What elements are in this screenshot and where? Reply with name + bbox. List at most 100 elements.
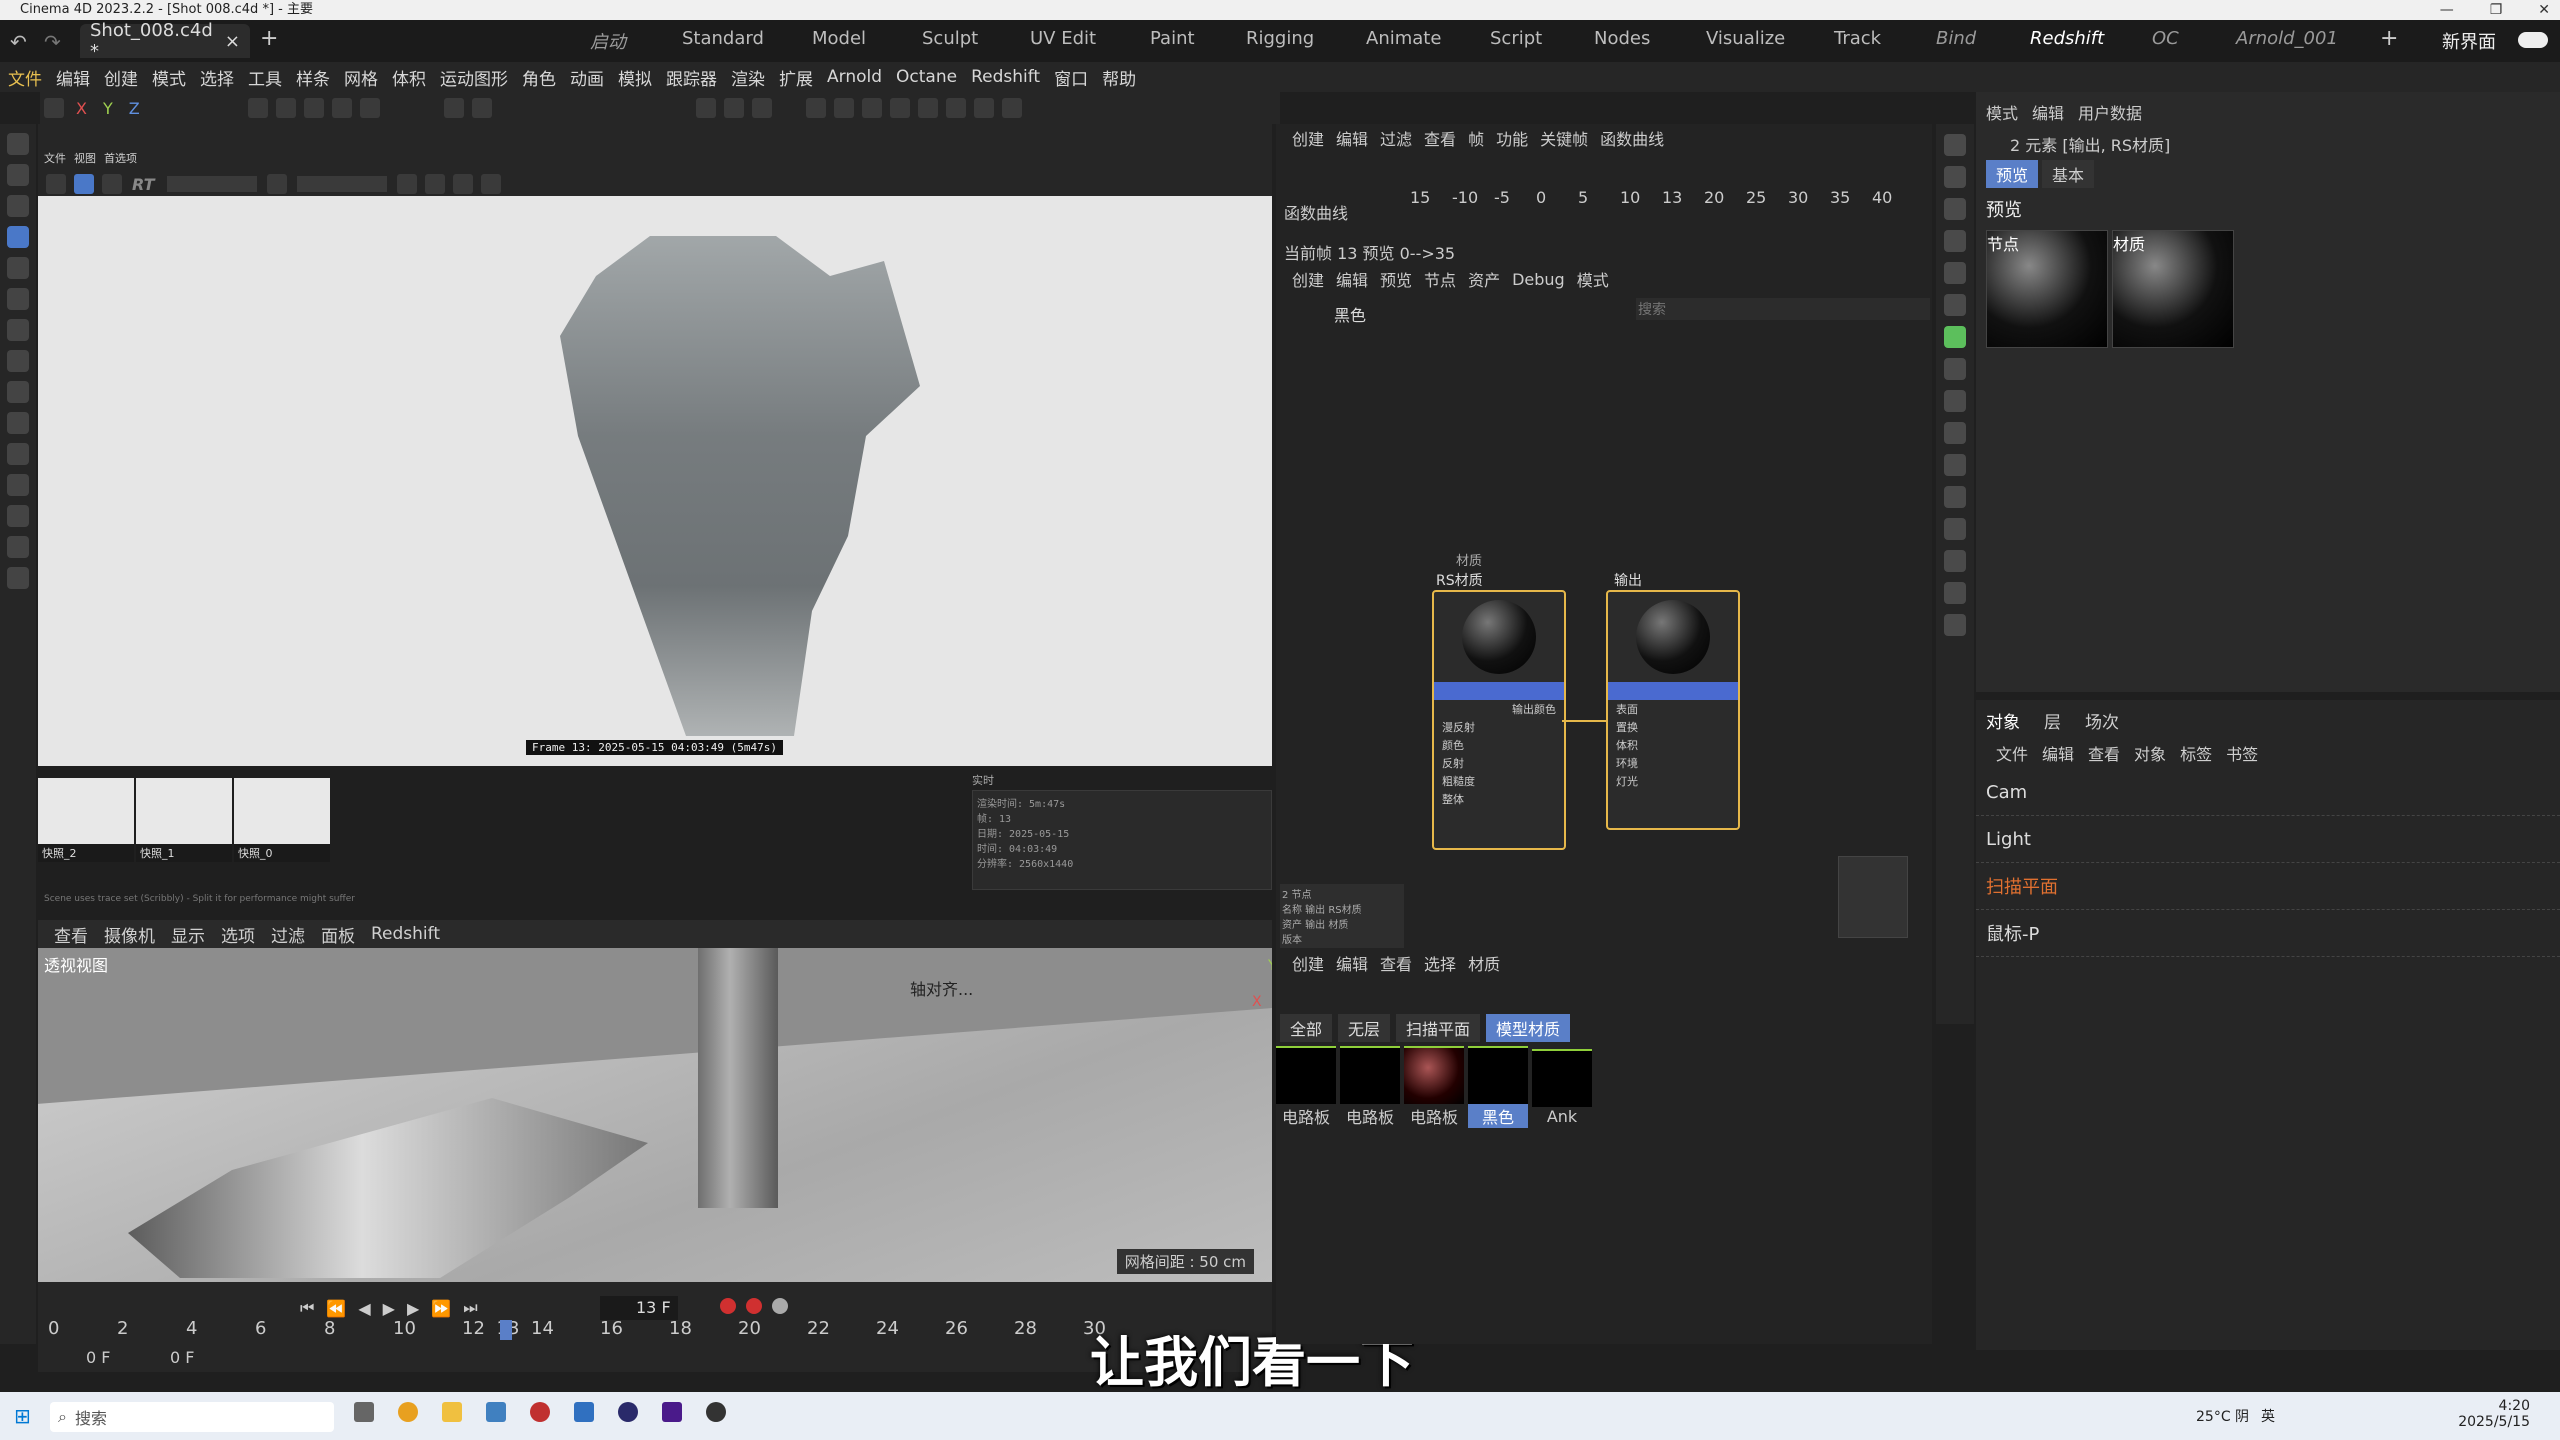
attr-menu-userdata[interactable]: 用户数据 bbox=[2078, 100, 2142, 124]
fcurve-menu-function[interactable]: 功能 bbox=[1496, 126, 1528, 150]
mat-filter-scan[interactable]: 扫描平面 bbox=[1396, 1014, 1481, 1042]
obj-menu-tags[interactable]: 标签 bbox=[2180, 741, 2212, 765]
layout-tab-script[interactable]: Script bbox=[1490, 28, 1542, 49]
node-port[interactable]: 反射 bbox=[1434, 754, 1564, 772]
vp-menu-display[interactable]: 显示 bbox=[171, 922, 205, 947]
fcurve-menu-create[interactable]: 创建 bbox=[1292, 126, 1324, 150]
camera-dropdown[interactable] bbox=[296, 176, 387, 192]
node-menu-edit[interactable]: 编辑 bbox=[1336, 267, 1368, 291]
bulb-icon[interactable] bbox=[1944, 390, 1966, 412]
menu-item[interactable]: 渲染 bbox=[731, 65, 765, 90]
rt-toggle[interactable]: RT bbox=[132, 175, 155, 194]
flask-icon[interactable] bbox=[1944, 294, 1966, 316]
mat-filter-nolayer[interactable]: 无层 bbox=[1338, 1014, 1391, 1042]
goto-end-icon[interactable]: ⏭ bbox=[463, 1298, 477, 1318]
menu-item[interactable]: 创建 bbox=[104, 65, 138, 90]
transform-icon[interactable] bbox=[7, 319, 29, 341]
obj-menu-edit[interactable]: 编辑 bbox=[2042, 741, 2074, 765]
prev-frame-icon[interactable]: ◀ bbox=[358, 1299, 370, 1318]
node-port-output-color[interactable]: 输出颜色 bbox=[1434, 700, 1564, 718]
node-menu-asset[interactable]: 资产 bbox=[1468, 267, 1500, 291]
search-icon[interactable] bbox=[7, 133, 29, 155]
node-output[interactable]: 表面 置换 体积 环境 灯光 bbox=[1606, 590, 1740, 830]
node-menu-mode[interactable]: 模式 bbox=[1577, 267, 1609, 291]
obj-tab-layers[interactable]: 层 bbox=[2044, 708, 2061, 733]
weather-text[interactable]: 25°C 阴 bbox=[2196, 1406, 2249, 1426]
keyframe-icon[interactable] bbox=[772, 1298, 788, 1314]
menu-item[interactable]: 帮助 bbox=[1102, 65, 1136, 90]
mat-menu-select[interactable]: 选择 bbox=[1424, 951, 1456, 975]
vp-menu-view[interactable]: 查看 bbox=[54, 922, 88, 947]
node-port[interactable]: 灯光 bbox=[1608, 772, 1738, 790]
menu-item[interactable]: 样条 bbox=[296, 65, 330, 90]
paint-icon[interactable] bbox=[7, 443, 29, 465]
object-row[interactable]: Cam bbox=[1976, 769, 2560, 816]
node-search-input[interactable] bbox=[1636, 298, 1930, 320]
close-icon[interactable]: ✕ bbox=[2538, 2, 2550, 18]
cinema4d-icon[interactable] bbox=[618, 1402, 638, 1422]
pivot-icon[interactable] bbox=[7, 350, 29, 372]
layout-tab-animate[interactable]: Animate bbox=[1366, 28, 1441, 49]
node-port[interactable]: 置换 bbox=[1608, 718, 1738, 736]
mat-menu-edit[interactable]: 编辑 bbox=[1336, 951, 1368, 975]
mat-filter-all[interactable]: 全部 bbox=[1280, 1014, 1333, 1042]
maximize-icon[interactable]: ❐ bbox=[2490, 2, 2503, 18]
sphere-icon[interactable] bbox=[1944, 198, 1966, 220]
node-port[interactable]: 漫反射 bbox=[1434, 718, 1564, 736]
timeline-playhead[interactable] bbox=[500, 1320, 512, 1340]
deformer-icon[interactable] bbox=[917, 98, 938, 118]
knife-icon[interactable] bbox=[7, 412, 29, 434]
obj-tab-takes[interactable]: 场次 bbox=[2085, 708, 2119, 733]
fcurve-menu-filter[interactable]: 过滤 bbox=[1380, 126, 1412, 150]
object-row[interactable]: 扫描平面 bbox=[1976, 863, 2560, 910]
taskbar-search[interactable]: ⌕ 搜索 bbox=[50, 1402, 334, 1432]
measure-icon[interactable] bbox=[7, 536, 29, 558]
field-icon[interactable] bbox=[945, 98, 966, 118]
task-view-icon[interactable] bbox=[354, 1402, 374, 1422]
layout-tab-sculpt[interactable]: Sculpt bbox=[922, 28, 978, 49]
node-port[interactable]: 环境 bbox=[1608, 754, 1738, 772]
grid-snap-icon[interactable] bbox=[471, 98, 492, 118]
fcurve-menu-view[interactable]: 查看 bbox=[1424, 126, 1456, 150]
spot-icon[interactable] bbox=[1944, 422, 1966, 444]
beauty-dropdown[interactable] bbox=[166, 176, 257, 192]
cube-icon[interactable] bbox=[805, 98, 826, 118]
snapshot-thumb[interactable]: 快照_2 bbox=[38, 778, 134, 862]
start-icon[interactable]: ⊞ bbox=[14, 1404, 31, 1428]
minimize-icon[interactable]: — bbox=[2440, 2, 2454, 18]
lasso-icon[interactable] bbox=[7, 381, 29, 403]
object-row[interactable]: Light bbox=[1976, 816, 2560, 863]
sculpt-icon[interactable] bbox=[7, 567, 29, 589]
close-tab-icon[interactable]: × bbox=[225, 31, 240, 52]
layers-icon[interactable] bbox=[1944, 166, 1966, 188]
mat-menu-view[interactable]: 查看 bbox=[1380, 951, 1412, 975]
node-port[interactable]: 整体 bbox=[1434, 790, 1564, 808]
material-item[interactable]: Ank bbox=[1532, 1048, 1592, 1126]
perspective-viewport[interactable]: 透视视图 轴对齐... Y X Z 网格间距 : 50 cm bbox=[38, 948, 1272, 1282]
obj-menu-object[interactable]: 对象 bbox=[2134, 741, 2166, 765]
layout-tab-bind[interactable]: Bind bbox=[1936, 28, 1976, 49]
material-item[interactable]: 电路板 bbox=[1404, 1046, 1464, 1128]
fcurve-menu-curves[interactable]: 函数曲线 bbox=[1600, 126, 1664, 150]
layout-tab-visualize[interactable]: Visualize bbox=[1706, 28, 1785, 49]
menu-item[interactable]: 动画 bbox=[570, 65, 604, 90]
node-port[interactable]: 颜色 bbox=[1434, 736, 1564, 754]
globe-icon[interactable] bbox=[1944, 486, 1966, 508]
menu-item[interactable]: 编辑 bbox=[56, 65, 90, 90]
axis-align-button[interactable]: 轴对齐... bbox=[910, 976, 973, 1000]
mat-menu-create[interactable]: 创建 bbox=[1292, 951, 1324, 975]
edges-mode-icon[interactable] bbox=[275, 98, 296, 118]
timeline-start-field[interactable]: 0 F bbox=[86, 1348, 110, 1367]
texture-mode-icon[interactable] bbox=[359, 98, 380, 118]
node-menu-preview[interactable]: 预览 bbox=[1380, 267, 1412, 291]
layout-tab-uv-edit[interactable]: UV Edit bbox=[1030, 28, 1096, 49]
prev-key-icon[interactable]: ⏪ bbox=[326, 1299, 346, 1318]
layout-tab-paint[interactable]: Paint bbox=[1150, 28, 1195, 49]
next-frame-icon[interactable]: ▶ bbox=[407, 1299, 419, 1318]
vp-menu-filter[interactable]: 过滤 bbox=[271, 922, 305, 947]
document-tab[interactable]: Shot_008.c4d * × bbox=[80, 20, 250, 62]
snapshot-thumb[interactable]: 快照_0 bbox=[234, 778, 330, 862]
layout-tab-nodes[interactable]: Nodes bbox=[1594, 28, 1650, 49]
obj-menu-view[interactable]: 查看 bbox=[2088, 741, 2120, 765]
attr-menu-mode[interactable]: 模式 bbox=[1986, 100, 2018, 124]
